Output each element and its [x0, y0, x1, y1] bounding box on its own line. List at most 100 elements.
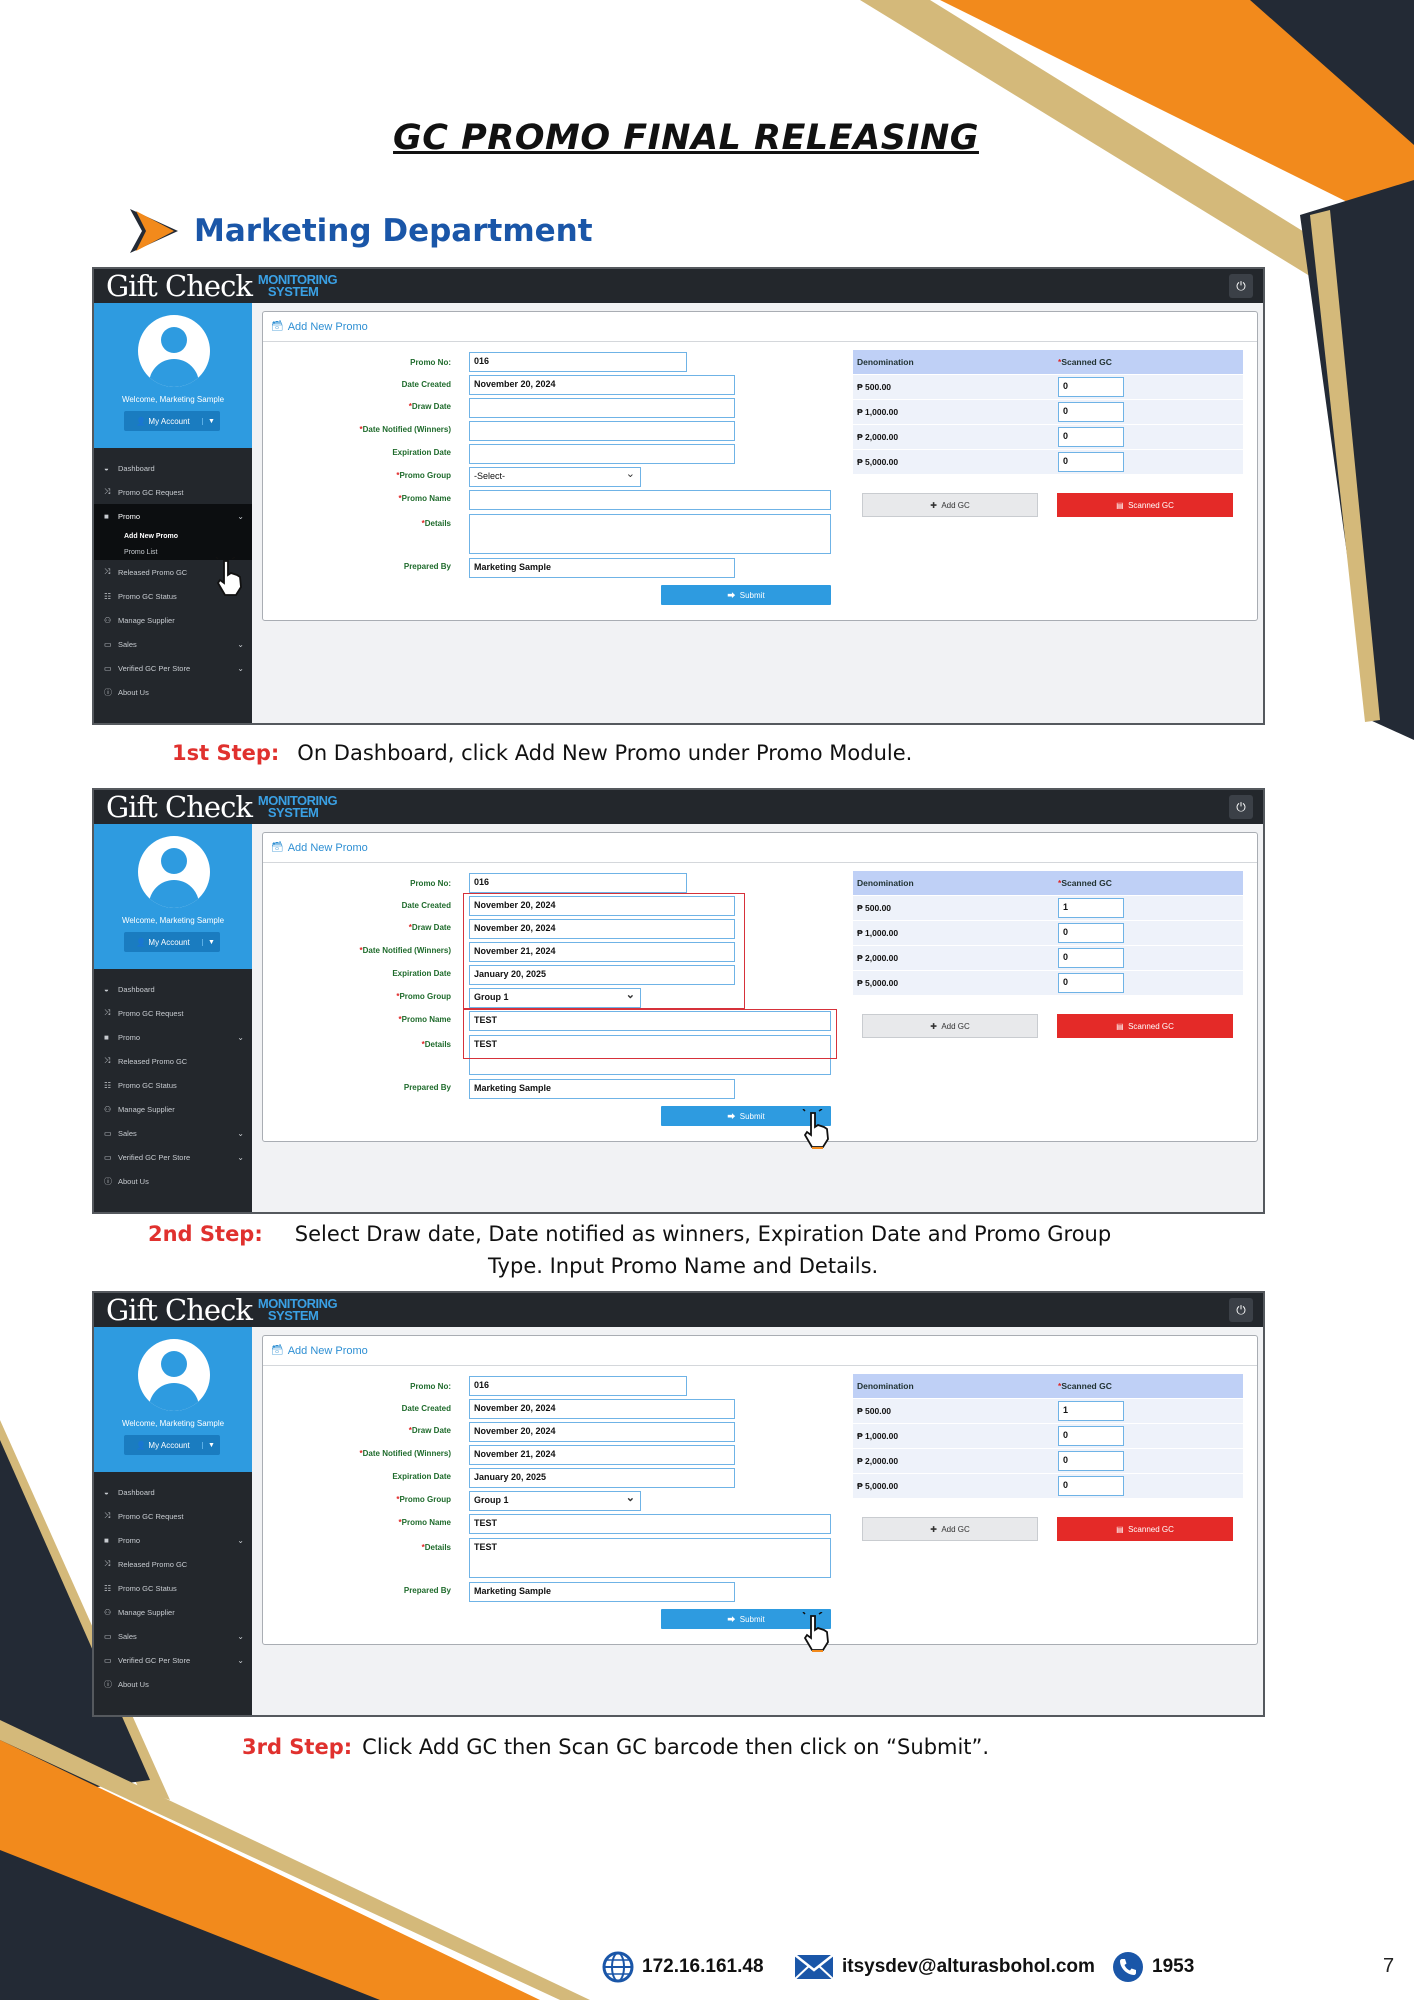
- sidebar-item-promo-gc-status[interactable]: ☷ Promo GC Status: [94, 1073, 252, 1097]
- label-expiration-date: Expiration Date: [392, 969, 451, 978]
- app-logo: Gift Check MONITORING SYSTEM: [106, 789, 338, 824]
- screenshot-step3: Gift Check MONITORING SYSTEM ⏻ Welcome, M…: [92, 1291, 1265, 1717]
- label-promo-no: Promo No:: [410, 1382, 451, 1391]
- details-textarea[interactable]: [469, 514, 831, 554]
- add-new-promo-panel: 🗃 Add New Promo Promo No: 016 Date Create…: [262, 1335, 1258, 1652]
- scanned-qty-field[interactable]: 0: [1058, 1451, 1124, 1471]
- sidebar-item-promo[interactable]: ■ Promo ⌄: [94, 1528, 252, 1552]
- sidebar-item-manage-supplier[interactable]: ⚇ Manage Supplier: [94, 1600, 252, 1624]
- promo-name-field[interactable]: [469, 490, 831, 510]
- sidebar-item-add-new-promo[interactable]: Add New Promo: [94, 528, 252, 544]
- scanned-qty-field[interactable]: 0: [1058, 1476, 1124, 1496]
- table-row: ₱ 5,000.00 0: [853, 970, 1243, 995]
- scanned-qty-field[interactable]: 1: [1058, 1401, 1124, 1421]
- sidebar-item-about-us[interactable]: ⓘ About Us: [94, 680, 252, 704]
- scanned-gc-button[interactable]: ▤ Scanned GC: [1057, 1517, 1233, 1541]
- app-topbar: Gift Check MONITORING SYSTEM ⏻: [94, 790, 1263, 824]
- expiration-date-field[interactable]: January 20, 2025: [469, 1468, 735, 1488]
- plus-icon: ✚: [930, 1021, 937, 1031]
- details-textarea[interactable]: TEST: [469, 1538, 831, 1578]
- promo-group-select[interactable]: -Select-: [469, 467, 641, 487]
- scanned-qty-field[interactable]: 0: [1058, 377, 1124, 397]
- power-icon[interactable]: ⏻: [1229, 795, 1253, 819]
- sidebar: Welcome, Marketing Sample 👤 My Account ▼ …: [94, 303, 252, 723]
- sidebar-item-verified-gc-per-store[interactable]: ▭ Verified GC Per Store ⌄: [94, 1648, 252, 1672]
- scanned-qty-field[interactable]: 1: [1058, 898, 1124, 918]
- submit-button[interactable]: ⮕ Submit: [661, 585, 831, 605]
- promo-group-select[interactable]: Group 1: [469, 1491, 641, 1511]
- date-created-field[interactable]: November 20, 2024: [469, 375, 735, 395]
- sidebar-item-promo-gc-request[interactable]: ⤨ Promo GC Request: [94, 1504, 252, 1528]
- label-promo-name: *Promo Name: [398, 1015, 451, 1024]
- sidebar: Welcome, Marketing Sample 👤 My Account ▼ …: [94, 824, 252, 1212]
- prepared-by-field[interactable]: Marketing Sample: [469, 1079, 735, 1099]
- scanned-qty-field[interactable]: 0: [1058, 402, 1124, 422]
- power-icon[interactable]: ⏻: [1229, 1298, 1253, 1322]
- promo-no-field[interactable]: 016: [469, 873, 687, 893]
- sidebar-item-verified-gc-per-store[interactable]: ▭ Verified GC Per Store ⌄: [94, 656, 252, 680]
- date-created-field[interactable]: November 20, 2024: [469, 1399, 735, 1419]
- monitor-icon: ▭: [104, 1655, 112, 1665]
- sidebar-item-promo-gc-request[interactable]: ⤨ Promo GC Request: [94, 480, 252, 504]
- add-gc-button[interactable]: ✚ Add GC: [862, 1014, 1038, 1038]
- profile-card: Welcome, Marketing Sample 👤 My Account ▼: [94, 824, 252, 969]
- label-date-notified: *Date Notified (Winners): [359, 1449, 452, 1458]
- panel-header: 🗃 Add New Promo: [263, 312, 1257, 342]
- power-icon[interactable]: ⏻: [1229, 274, 1253, 298]
- label-details: *Details: [421, 1543, 451, 1552]
- sidebar-item-sales[interactable]: ▭ Sales ⌄: [94, 1624, 252, 1648]
- sidebar-item-promo[interactable]: ■ Promo ⌄: [94, 1025, 252, 1049]
- sidebar-item-released-promo-gc[interactable]: ⤨ Released Promo GC: [94, 1552, 252, 1576]
- sidebar-item-promo-gc-status[interactable]: ☷ Promo GC Status: [94, 1576, 252, 1600]
- scanned-gc-button[interactable]: ▤ Scanned GC: [1057, 493, 1233, 517]
- hand-cursor-icon: [802, 1612, 829, 1652]
- sidebar-item-manage-supplier[interactable]: ⚇ Manage Supplier: [94, 1097, 252, 1121]
- prepared-by-field[interactable]: Marketing Sample: [469, 1582, 735, 1602]
- add-gc-button[interactable]: ✚ Add GC: [862, 493, 1038, 517]
- date-notified-field[interactable]: November 21, 2024: [469, 1445, 735, 1465]
- mail-icon: [794, 1954, 834, 1980]
- add-gc-button[interactable]: ✚ Add GC: [862, 1517, 1038, 1541]
- scanned-qty-field[interactable]: 0: [1058, 1426, 1124, 1446]
- label-promo-name: *Promo Name: [398, 1518, 451, 1527]
- sidebar-item-dashboard[interactable]: ◒ Dashboard: [94, 977, 252, 1001]
- sidebar-item-released-promo-gc[interactable]: ⤨ Released Promo GC: [94, 1049, 252, 1073]
- monitor-icon: ▭: [104, 1152, 112, 1162]
- expiration-date-field[interactable]: [469, 444, 735, 464]
- promo-name-field[interactable]: TEST: [469, 1514, 831, 1534]
- sidebar-item-promo-gc-request[interactable]: ⤨ Promo GC Request: [94, 1001, 252, 1025]
- sidebar-item-about-us[interactable]: ⓘ About Us: [94, 1672, 252, 1696]
- my-account-button[interactable]: 👤 My Account ▼: [124, 1435, 220, 1455]
- my-account-button[interactable]: 👤 My Account ▼: [124, 411, 220, 431]
- scanned-qty-field[interactable]: 0: [1058, 948, 1124, 968]
- label-promo-group: *Promo Group: [396, 471, 451, 480]
- sidebar-item-sales[interactable]: ▭ Sales ⌄: [94, 1121, 252, 1145]
- add-new-promo-panel: 🗃 Add New Promo Promo No: 016 Date Create…: [262, 832, 1258, 1149]
- sidebar-item-manage-supplier[interactable]: ⚇ Manage Supplier: [94, 608, 252, 632]
- panel-header: 🗃 Add New Promo: [263, 833, 1257, 863]
- draw-date-field[interactable]: [469, 398, 735, 418]
- promo-no-field[interactable]: 016: [469, 352, 687, 372]
- scanned-gc-button[interactable]: ▤ Scanned GC: [1057, 1014, 1233, 1038]
- sidebar-item-promo[interactable]: ■ Promo ⌄: [94, 504, 252, 528]
- sidebar-item-verified-gc-per-store[interactable]: ▭ Verified GC Per Store ⌄: [94, 1145, 252, 1169]
- prepared-by-field[interactable]: Marketing Sample: [469, 558, 735, 578]
- globe-icon: [602, 1951, 634, 1983]
- label-promo-group: *Promo Group: [396, 1495, 451, 1504]
- sidebar-item-sales[interactable]: ▭ Sales ⌄: [94, 632, 252, 656]
- scanned-qty-field[interactable]: 0: [1058, 427, 1124, 447]
- section-heading: Marketing Department: [128, 205, 593, 257]
- sidebar-item-dashboard[interactable]: ◒ Dashboard: [94, 1480, 252, 1504]
- scanned-qty-field[interactable]: 0: [1058, 923, 1124, 943]
- sidebar-item-about-us[interactable]: ⓘ About Us: [94, 1169, 252, 1193]
- scanned-qty-field[interactable]: 0: [1058, 973, 1124, 993]
- avatar: [138, 836, 210, 908]
- draw-date-field[interactable]: November 20, 2024: [469, 1422, 735, 1442]
- hand-cursor-icon: [802, 1109, 829, 1149]
- my-account-button[interactable]: 👤 My Account ▼: [124, 932, 220, 952]
- table-row: ₱ 2,000.00 0: [853, 424, 1243, 449]
- sidebar-item-dashboard[interactable]: ◒ Dashboard: [94, 456, 252, 480]
- promo-no-field[interactable]: 016: [469, 1376, 687, 1396]
- date-notified-field[interactable]: [469, 421, 735, 441]
- scanned-qty-field[interactable]: 0: [1058, 452, 1124, 472]
